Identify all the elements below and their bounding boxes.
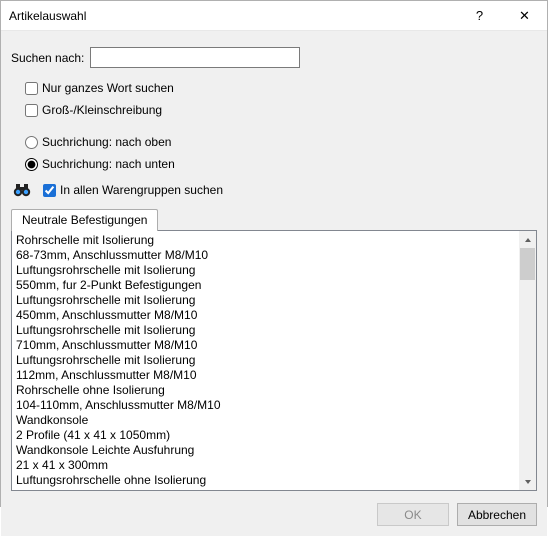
list-item[interactable]: Rohrschelle ohne Isolierung104-110mm, An… (16, 383, 519, 413)
search-input[interactable] (90, 47, 300, 68)
case-sensitive-label: Groß-/Kleinschreibung (42, 103, 162, 117)
whole-word-checkbox[interactable] (25, 82, 38, 95)
whole-word-label: Nur ganzes Wort suchen (42, 81, 174, 95)
window-title: Artikelauswahl (9, 9, 457, 23)
tab-neutral-fastenings[interactable]: Neutrale Befestigungen (11, 209, 158, 231)
tab-strip: Neutrale Befestigungen (11, 208, 537, 230)
direction-up-radio[interactable] (25, 136, 38, 149)
help-button[interactable]: ? (457, 1, 502, 31)
list-item[interactable]: Wandkonsole Leichte Ausfuhrung21 x 41 x … (16, 443, 519, 473)
list-item-line1: Luftungsrohrschelle mit Isolierung (16, 293, 519, 308)
vertical-scrollbar[interactable] (519, 231, 536, 490)
list-item[interactable]: Luftungsrohrschelle mit Isolierung710mm,… (16, 323, 519, 353)
ok-button-label: OK (404, 508, 421, 522)
all-groups-label: In allen Warengruppen suchen (60, 183, 223, 197)
titlebar: Artikelauswahl ? ✕ (1, 1, 547, 31)
list-item-line2: 710mm, Anschlussmutter M8/M10 (16, 338, 519, 353)
cancel-button[interactable]: Abbrechen (457, 503, 537, 526)
search-label: Suchen nach: (11, 51, 84, 65)
list-item-line2: 450mm, Anschlussmutter M8/M10 (16, 308, 519, 323)
cancel-button-label: Abbrechen (468, 508, 526, 522)
scroll-up-arrow-icon[interactable] (519, 231, 536, 248)
list-item-line2: 2 Profile (41 x 41 x 1050mm) (16, 428, 519, 443)
results-list: Rohrschelle mit Isolierung68-73mm, Ansch… (11, 230, 537, 491)
list-item-line1: Luftungsrohrschelle mit Isolierung (16, 323, 519, 338)
scrollbar-track[interactable] (519, 248, 536, 473)
list-item-line1: Rohrschelle ohne Isolierung (16, 383, 519, 398)
client-area: Suchen nach: Nur ganzes Wort suchen Groß… (1, 31, 547, 536)
list-item-line1: Wandkonsole (16, 413, 519, 428)
help-icon: ? (476, 8, 483, 23)
direction-down-radio[interactable] (25, 158, 38, 171)
list-item-line1: Rohrschelle mit Isolierung (16, 233, 519, 248)
dialog-window: Artikelauswahl ? ✕ Suchen nach: Nur ganz… (0, 0, 548, 507)
list-item-line2: 104-110mm, Anschlussmutter M8/M10 (16, 398, 519, 413)
list-item-line1: Luftungsrohrschelle mit Isolierung (16, 353, 519, 368)
direction-up-label: Suchrichung: nach oben (42, 135, 171, 149)
list-item-line2: 550mm, fur 2-Punkt Befestigungen (16, 278, 519, 293)
list-item-line2: 68-73mm, Anschlussmutter M8/M10 (16, 248, 519, 263)
list-item[interactable]: Luftungsrohrschelle mit Isolierung450mm,… (16, 293, 519, 323)
binoculars-icon (13, 182, 31, 198)
list-item-line1: Luftungsrohrschelle mit Isolierung (16, 263, 519, 278)
scrollbar-thumb[interactable] (520, 248, 535, 280)
list-item[interactable]: Luftungsrohrschelle mit Isolierung550mm,… (16, 263, 519, 293)
button-row: OK Abbrechen (11, 491, 537, 526)
ok-button[interactable]: OK (377, 503, 449, 526)
search-row: Suchen nach: (11, 47, 537, 68)
list-item[interactable]: Luftungsrohrschelle mit Isolierung112mm,… (16, 353, 519, 383)
tab-label: Neutrale Befestigungen (22, 213, 147, 227)
list-item[interactable]: Wandkonsole2 Profile (41 x 41 x 1050mm) (16, 413, 519, 443)
list-item-line2: 112mm, Anschlussmutter M8/M10 (16, 368, 519, 383)
scroll-down-arrow-icon[interactable] (519, 473, 536, 490)
list-item[interactable]: Rohrschelle mit Isolierung68-73mm, Ansch… (16, 233, 519, 263)
options-block: Nur ganzes Wort suchen Groß-/Kleinschrei… (25, 78, 537, 176)
case-sensitive-checkbox[interactable] (25, 104, 38, 117)
list-item-line2: 21 x 41 x 300mm (16, 458, 519, 473)
list-item-line1: Luftungsrohrschelle ohne Isolierung (16, 473, 519, 488)
close-icon: ✕ (519, 8, 530, 24)
all-groups-checkbox[interactable] (43, 184, 56, 197)
list-item[interactable]: Luftungsrohrschelle ohne Isolierung (16, 473, 519, 488)
results-list-inner[interactable]: Rohrschelle mit Isolierung68-73mm, Ansch… (12, 231, 519, 490)
list-item-line1: Wandkonsole Leichte Ausfuhrung (16, 443, 519, 458)
all-groups-row: In allen Warengruppen suchen (11, 182, 537, 198)
direction-down-label: Suchrichung: nach unten (42, 157, 175, 171)
close-button[interactable]: ✕ (502, 1, 547, 31)
